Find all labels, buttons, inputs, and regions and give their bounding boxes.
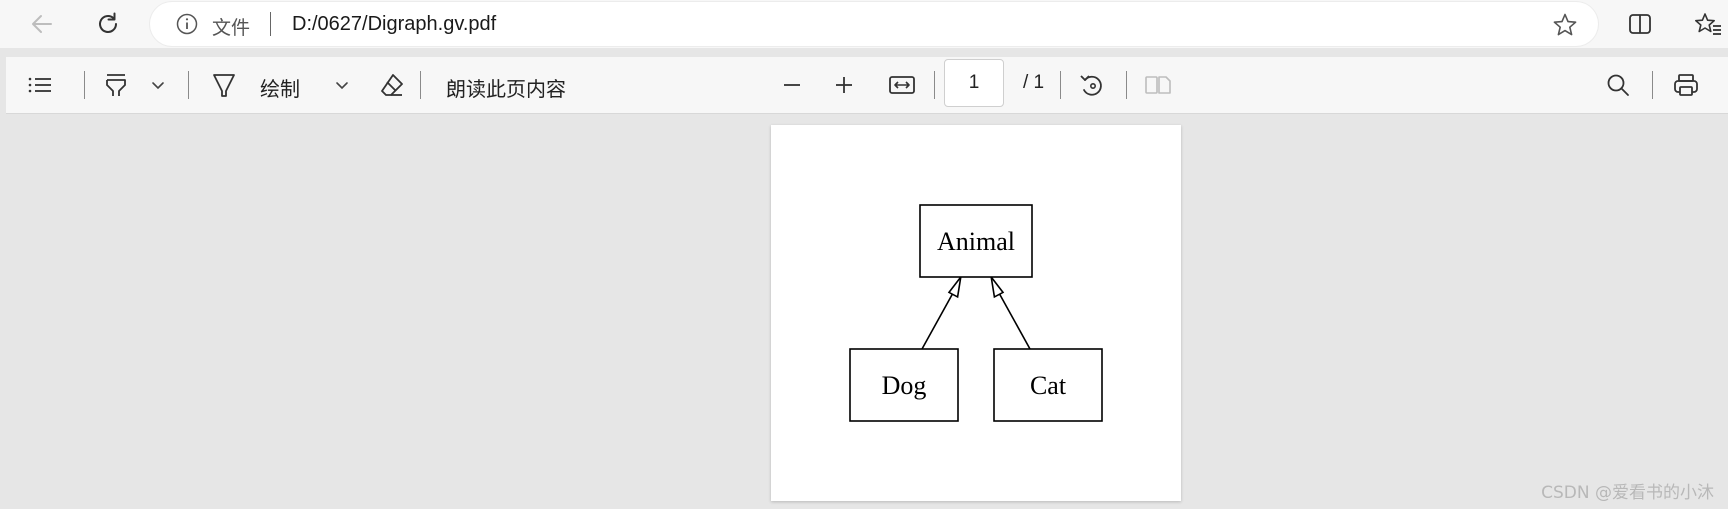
- erase-button[interactable]: [374, 67, 410, 103]
- chevron-down-icon: [152, 82, 164, 90]
- refresh-icon: [99, 12, 117, 33]
- toolbar-divider: [1060, 71, 1061, 99]
- toolbar-divider: [1126, 71, 1127, 99]
- zoom-in-icon: [836, 77, 852, 93]
- pdf-page: Animal Dog Cat: [771, 125, 1181, 501]
- empty-arrowhead-icon: [990, 276, 1005, 299]
- refresh-button[interactable]: [90, 6, 126, 42]
- url-scheme-label: 文件: [212, 17, 251, 39]
- split-screen-button[interactable]: [1622, 6, 1658, 42]
- info-icon[interactable]: [176, 13, 198, 35]
- edge-cat-to-animal: [990, 276, 1031, 350]
- draw-icon: [213, 74, 235, 97]
- node-cat: Cat: [993, 348, 1103, 422]
- watermark-text: CSDN @爱看书的小沐: [1541, 483, 1714, 503]
- fit-page-button[interactable]: [884, 67, 920, 103]
- read-aloud-button[interactable]: 朗读此页内容: [446, 73, 566, 102]
- toolbar-divider: [934, 71, 935, 99]
- favorites-icon: [1695, 13, 1721, 35]
- zoom-out-icon: [784, 84, 800, 86]
- url-divider: [270, 12, 271, 36]
- pdf-toolbar: 绘制 朗读此页内容 1 / 1: [6, 57, 1728, 114]
- favorite-star-icon[interactable]: [1552, 12, 1578, 38]
- digraph-diagram: Animal Dog Cat: [849, 204, 1103, 422]
- rotate-button[interactable]: [1074, 67, 1110, 103]
- page-view-icon: [1145, 76, 1171, 94]
- node-cat-label: Cat: [1030, 371, 1067, 400]
- node-animal-label: Animal: [937, 227, 1015, 256]
- erase-icon: [381, 74, 403, 96]
- page-view-button: [1140, 67, 1176, 103]
- address-bar-row: 文件 D:/0627/Digraph.gv.pdf: [0, 0, 1728, 48]
- chevron-down-icon: [336, 82, 348, 90]
- zoom-out-button[interactable]: [774, 67, 810, 103]
- toolbar-divider: [1652, 71, 1653, 99]
- zoom-in-button[interactable]: [826, 67, 862, 103]
- split-screen-icon: [1629, 14, 1651, 34]
- highlight-options-button[interactable]: [146, 71, 170, 99]
- fit-page-icon: [889, 76, 915, 94]
- print-button[interactable]: [1668, 67, 1704, 103]
- back-button[interactable]: [24, 6, 60, 42]
- highlight-icon: [106, 74, 126, 96]
- empty-arrowhead-icon: [947, 276, 962, 299]
- toolbar-divider: [420, 71, 421, 99]
- print-icon: [1674, 74, 1698, 96]
- node-animal: Animal: [919, 204, 1033, 278]
- contents-icon: [28, 77, 51, 93]
- toolbar-divider: [188, 71, 189, 99]
- contents-button[interactable]: [22, 67, 58, 103]
- url-text[interactable]: D:/0627/Digraph.gv.pdf: [292, 13, 496, 36]
- back-icon: [32, 15, 52, 33]
- draw-label[interactable]: 绘制: [260, 73, 300, 102]
- highlight-button[interactable]: [98, 67, 134, 103]
- rotate-icon: [1080, 75, 1102, 96]
- url-box[interactable]: 文件 D:/0627/Digraph.gv.pdf: [150, 2, 1598, 46]
- favorites-button[interactable]: [1690, 6, 1726, 42]
- draw-options-button[interactable]: [330, 71, 354, 99]
- page-number-input[interactable]: 1: [944, 59, 1004, 107]
- node-dog: Dog: [849, 348, 959, 422]
- page-total-label: / 1: [1023, 72, 1045, 93]
- toolbar-divider: [84, 71, 85, 99]
- edge-dog-to-animal: [921, 276, 962, 350]
- search-icon: [1607, 74, 1629, 96]
- search-button[interactable]: [1600, 67, 1636, 103]
- node-dog-label: Dog: [882, 371, 927, 400]
- draw-icon-button[interactable]: [206, 67, 242, 103]
